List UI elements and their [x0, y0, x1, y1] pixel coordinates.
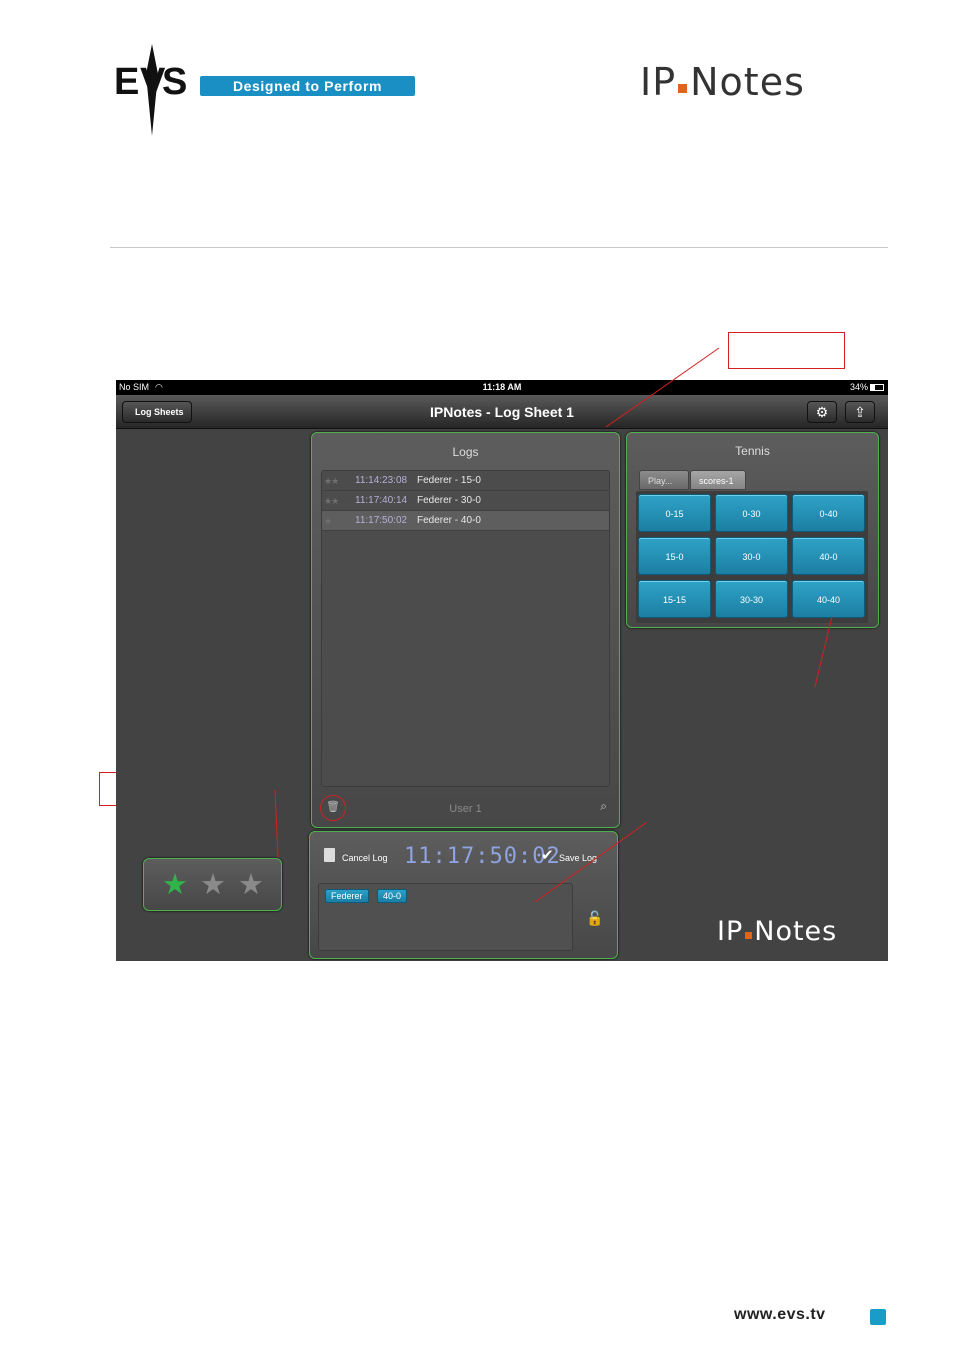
callout-nav [728, 332, 845, 369]
score-button[interactable]: 30-30 [715, 580, 788, 618]
log-row[interactable]: ★★ 11:17:40:14 Federer - 30-0 [322, 491, 609, 511]
save-log-button[interactable]: Save Log [559, 853, 597, 863]
current-log-panel: Cancel Log 11:17:50:02 ✔ Save Log Federe… [309, 831, 618, 959]
score-button[interactable]: 15-15 [638, 580, 711, 618]
footer-url: www.evs.tv [734, 1306, 826, 1323]
score-grid: 0-15 0-30 0-40 15-0 30-0 40-0 15-15 30-3… [636, 491, 868, 623]
logs-panel: Logs ★★ 11:14:23:08 Federer - 15-0 ★★ 11… [311, 432, 620, 828]
battery-label: 34% [850, 380, 884, 395]
checkmark-icon[interactable]: ✔ [541, 846, 554, 864]
star-icon[interactable]: ★ [162, 869, 188, 901]
nav-bar: IPNotes - Log Sheet 1 Log Sheets ⚙ ⇪ [116, 395, 888, 429]
log-row-time: 11:17:40:14 [355, 495, 408, 506]
document-icon[interactable] [324, 848, 335, 862]
ipnotes-logo: IP Notes [640, 60, 805, 104]
score-button[interactable]: 0-15 [638, 494, 711, 532]
log-row-desc: Federer - 40-0 [417, 515, 481, 526]
status-bar: No SIM ◠ 11:18 AM 34% [116, 380, 888, 395]
score-button[interactable]: 15-0 [638, 537, 711, 575]
score-button[interactable]: 0-40 [792, 494, 865, 532]
score-button[interactable]: 40-40 [792, 580, 865, 618]
header-divider [110, 247, 888, 248]
log-tag[interactable]: 40-0 [377, 889, 408, 903]
log-row-time: 11:17:50:02 [355, 515, 408, 526]
search-icon[interactable]: ⌕ [600, 799, 607, 814]
log-row-time: 11:14:23:08 [355, 475, 408, 486]
share-icon: ⇪ [854, 404, 866, 420]
page-title: IPNotes - Log Sheet 1 [430, 404, 574, 420]
tennis-title: Tennis [735, 444, 770, 458]
log-row-desc: Federer - 15-0 [417, 475, 481, 486]
settings-button[interactable]: ⚙ [807, 401, 837, 423]
timecode-display: 11:17:50:02 [404, 844, 561, 869]
logs-title: Logs [452, 445, 479, 459]
battery-icon [870, 384, 884, 391]
logo-dot-icon [678, 84, 688, 93]
app-screenshot: No SIM ◠ 11:18 AM 34% IPNotes - Log Sheet… [116, 380, 888, 961]
footer-square-icon [870, 1309, 886, 1325]
ipnotes-logo-left: IP [640, 60, 677, 104]
unlock-icon[interactable]: 🔓 [586, 910, 603, 927]
log-row[interactable]: ★★ 11:14:23:08 Federer - 15-0 [322, 471, 609, 491]
logs-list[interactable]: ★★ 11:14:23:08 Federer - 15-0 ★★ 11:17:4… [321, 470, 610, 787]
tennis-panel: Tennis Play... scores-1 0-15 0-30 0-40 1… [626, 432, 879, 628]
logo-dot-icon [745, 932, 753, 939]
score-button[interactable]: 40-0 [792, 537, 865, 575]
log-row-desc: Federer - 30-0 [417, 495, 481, 506]
tag-area[interactable]: Federer 40-0 [318, 883, 573, 951]
star-icon[interactable]: ★ [238, 869, 264, 901]
evs-logo: E V S [114, 44, 187, 136]
log-row-stars: ★★ [324, 476, 339, 486]
evs-tagline: Designed to Perform [200, 76, 415, 96]
gear-icon: ⚙ [815, 404, 829, 420]
star-icon[interactable]: ★ [200, 869, 226, 901]
log-row-stars: ★ [324, 516, 332, 526]
back-button[interactable]: Log Sheets [122, 401, 192, 423]
log-row-stars: ★★ [324, 496, 339, 506]
cancel-log-button[interactable]: Cancel Log [342, 853, 388, 863]
share-button[interactable]: ⇪ [845, 401, 875, 423]
status-time: 11:18 AM [482, 382, 522, 392]
ipnotes-logo-right: Notes [690, 60, 805, 104]
tab-scores[interactable]: scores-1 [690, 470, 746, 490]
ipnotes-watermark-logo: IP Notes [717, 916, 838, 947]
user-label: User 1 [449, 803, 482, 815]
log-row[interactable]: ★ 11:17:50:02 Federer - 40-0 [322, 511, 609, 531]
score-button[interactable]: 30-0 [715, 537, 788, 575]
svg-text:E: E [114, 61, 139, 103]
rating-panel: ★ ★ ★ [143, 858, 282, 911]
svg-text:S: S [162, 61, 187, 103]
tab-play[interactable]: Play... [639, 470, 689, 490]
score-button[interactable]: 0-30 [715, 494, 788, 532]
log-tag[interactable]: Federer [325, 889, 369, 903]
